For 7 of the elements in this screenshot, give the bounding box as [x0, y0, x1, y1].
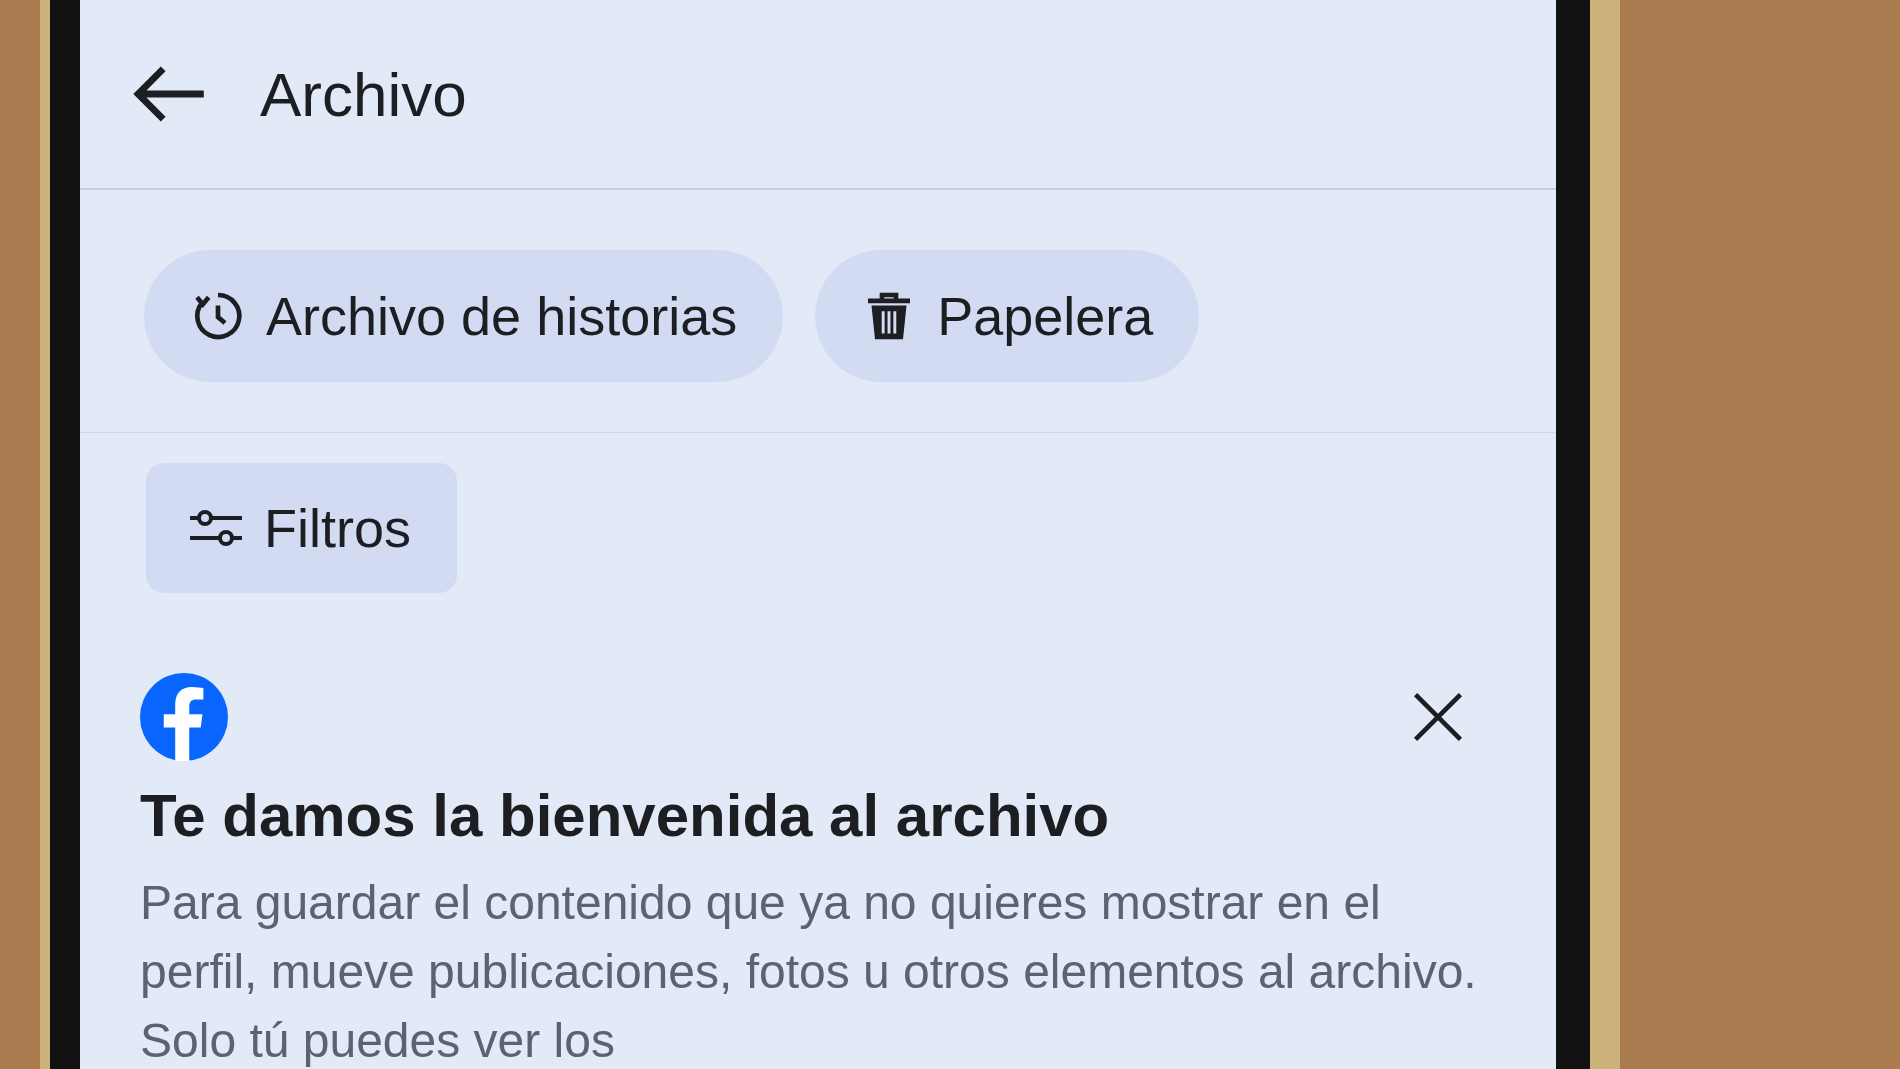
filters-button[interactable]: Filtros — [146, 463, 457, 593]
page-title: Archivo — [260, 58, 467, 130]
chip-button[interactable]: Papelera — [815, 250, 1200, 382]
chip-button[interactable]: Archivo de historias — [144, 250, 784, 382]
welcome-title: Te damos la bienvenida al archivo — [140, 781, 1111, 850]
welcome-text: Para guardar el contenido que ya no quieres mostrar en el perfil, mueve publicaciones, fotos u otros elementos al archivo. Solo tú puedes ver los — [140, 875, 1478, 1069]
facebook-logo-icon — [140, 673, 228, 761]
